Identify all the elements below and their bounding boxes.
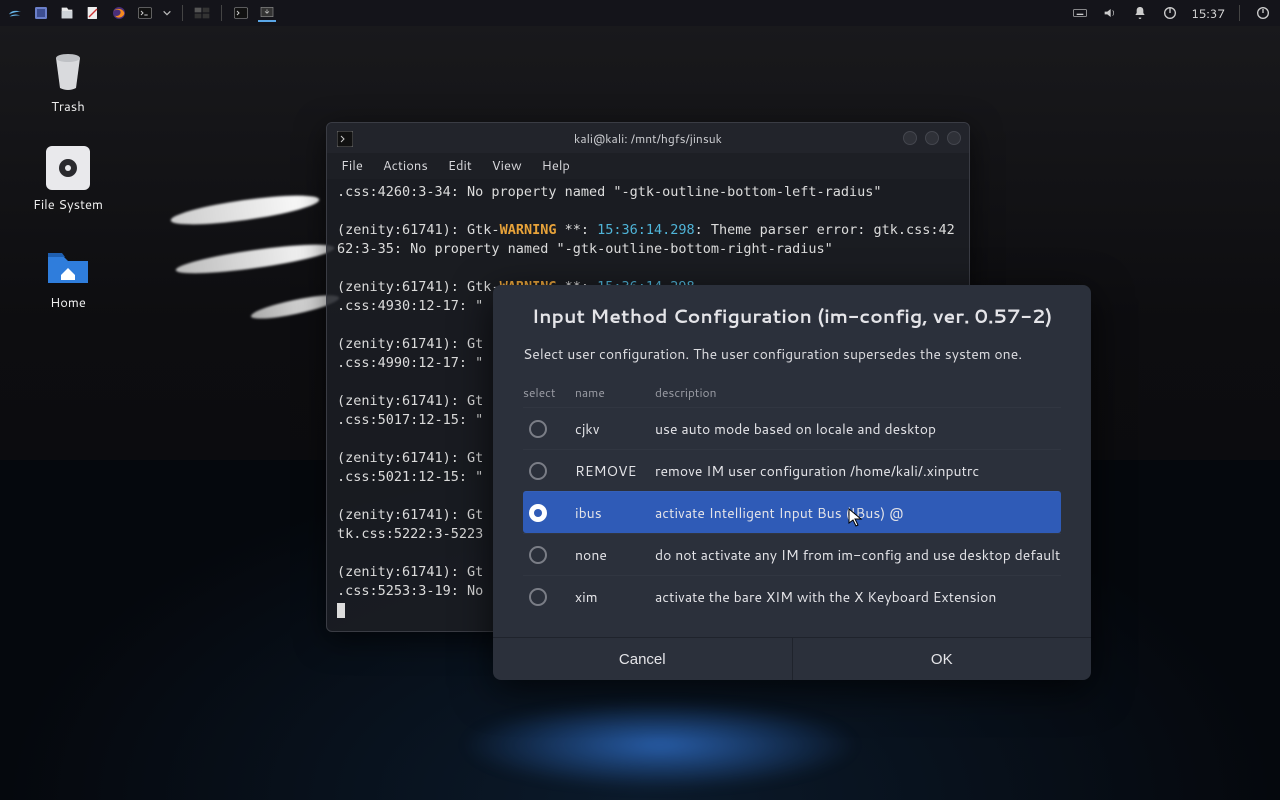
- term-line: (zenity:61741): Gtk-: [337, 222, 500, 238]
- top-panel: 15:37: [0, 0, 1280, 26]
- col-select: select: [523, 384, 575, 401]
- window-close-button[interactable]: [947, 131, 961, 145]
- dialog-button-row: Cancel OK: [493, 637, 1091, 680]
- im-config-dialog: Input Method Configuration (im-config, v…: [493, 285, 1091, 680]
- list-row[interactable]: REMOVEremove IM user configuration /home…: [523, 449, 1061, 491]
- firefox-icon[interactable]: [110, 4, 128, 22]
- list-header: select name description: [523, 380, 1061, 407]
- menu-actions[interactable]: Actions: [383, 157, 428, 175]
- terminal-icon[interactable]: [136, 4, 154, 22]
- term-line: .css:4930:12-17: ": [337, 298, 483, 314]
- kali-menu-icon[interactable]: [6, 4, 24, 22]
- term-line: (zenity:61741): Gt: [337, 564, 483, 580]
- row-name: ibus: [575, 503, 655, 523]
- ok-button[interactable]: OK: [793, 638, 1092, 680]
- term-line: .css:4260:3-34: No property named "-gtk-…: [337, 184, 882, 200]
- row-name: REMOVE: [575, 461, 655, 481]
- menu-help[interactable]: Help: [542, 157, 570, 175]
- desktop-icon-home[interactable]: Home: [28, 244, 108, 312]
- panel-separator: [182, 5, 183, 21]
- desktop-icon-filesystem[interactable]: File System: [28, 146, 108, 214]
- terminal-menubar: File Actions Edit View Help: [327, 153, 969, 179]
- power-icon[interactable]: [1161, 4, 1179, 22]
- menu-file[interactable]: File: [341, 157, 363, 175]
- term-line: (zenity:61741): Gtk: [337, 279, 491, 295]
- radio-button[interactable]: [529, 546, 547, 564]
- menu-edit[interactable]: Edit: [448, 157, 472, 175]
- session-icon[interactable]: [1254, 4, 1272, 22]
- list-row[interactable]: nonedo not activate any IM from im-confi…: [523, 533, 1061, 575]
- terminal-cursor: [337, 603, 345, 618]
- files-icon[interactable]: [58, 4, 76, 22]
- text-editor-icon[interactable]: [84, 4, 102, 22]
- panel-separator: [221, 5, 222, 21]
- term-line: .css:4990:12-17: ": [337, 355, 483, 371]
- window-minimize-button[interactable]: [903, 131, 917, 145]
- menu-view[interactable]: View: [492, 157, 522, 175]
- home-folder-icon: [46, 244, 90, 288]
- row-description: activate Intelligent Input Bus (IBus) @: [655, 503, 1061, 523]
- row-name: xim: [575, 587, 655, 607]
- row-name: cjkv: [575, 419, 655, 439]
- workspace-switcher-icon[interactable]: [193, 4, 211, 22]
- row-name: none: [575, 545, 655, 565]
- dialog-title: Input Method Configuration (im-config, v…: [493, 285, 1091, 344]
- cancel-button[interactable]: Cancel: [493, 638, 793, 680]
- row-description: remove IM user configuration /home/kali/…: [655, 461, 1061, 481]
- drive-icon: [46, 146, 90, 190]
- desktop-icon-label: Trash: [51, 98, 85, 116]
- term-line: .css:5253:3-19: No: [337, 583, 483, 599]
- panel-separator: [1239, 5, 1240, 21]
- row-description: activate the bare XIM with the X Keyboar…: [655, 587, 1061, 607]
- term-line: **:: [556, 222, 597, 238]
- taskbar-dialog-icon[interactable]: [258, 4, 276, 22]
- desktop-icon-label: Home: [50, 294, 86, 312]
- chevron-down-icon[interactable]: [162, 4, 172, 22]
- term-line: tk.css:5222:3-5223: [337, 526, 483, 542]
- panel-app-icon[interactable]: [32, 4, 50, 22]
- term-line: (zenity:61741): Gt: [337, 450, 483, 466]
- desktop-icon-trash[interactable]: Trash: [28, 48, 108, 116]
- terminal-titlebar[interactable]: kali@kali: /mnt/hgfs/jinsuk: [327, 123, 969, 153]
- term-timestamp: 15:36:14.298: [597, 222, 695, 238]
- row-description: do not activate any IM from im-config an…: [655, 545, 1061, 565]
- term-line: (zenity:61741): Gt: [337, 336, 483, 352]
- dialog-list: select name description cjkvuse auto mod…: [523, 380, 1061, 617]
- wallpaper-glow: [460, 700, 860, 790]
- radio-button[interactable]: [529, 588, 547, 606]
- keyboard-icon[interactable]: [1071, 4, 1089, 22]
- row-description: use auto mode based on locale and deskto…: [655, 419, 1061, 439]
- terminal-icon: [337, 130, 353, 146]
- desktop-icon-label: File System: [33, 196, 103, 214]
- term-warn: WARNING: [500, 222, 557, 238]
- terminal-title: kali@kali: /mnt/hgfs/jinsuk: [574, 130, 722, 147]
- radio-button[interactable]: [529, 504, 547, 522]
- list-row[interactable]: ximactivate the bare XIM with the X Keyb…: [523, 575, 1061, 617]
- radio-button[interactable]: [529, 420, 547, 438]
- col-name: name: [575, 384, 655, 401]
- list-row[interactable]: ibusactivate Intelligent Input Bus (IBus…: [523, 491, 1061, 533]
- wallpaper-wave: [169, 190, 320, 231]
- window-maximize-button[interactable]: [925, 131, 939, 145]
- term-line: .css:5021:12-15: ": [337, 469, 483, 485]
- desktop-icons: Trash File System Home: [28, 48, 108, 312]
- dialog-subtitle: Select user configuration. The user conf…: [493, 344, 1091, 374]
- term-line: .css:5017:12-15: ": [337, 412, 483, 428]
- trash-icon: [46, 48, 90, 92]
- term-line: (zenity:61741): Gt: [337, 393, 483, 409]
- taskbar-terminal-icon[interactable]: [232, 4, 250, 22]
- wallpaper-wave: [175, 239, 336, 279]
- clock[interactable]: 15:37: [1191, 5, 1225, 22]
- notification-icon[interactable]: [1131, 4, 1149, 22]
- col-description: description: [655, 384, 1061, 401]
- volume-icon[interactable]: [1101, 4, 1119, 22]
- radio-button[interactable]: [529, 462, 547, 480]
- list-row[interactable]: cjkvuse auto mode based on locale and de…: [523, 407, 1061, 449]
- term-line: (zenity:61741): Gt: [337, 507, 483, 523]
